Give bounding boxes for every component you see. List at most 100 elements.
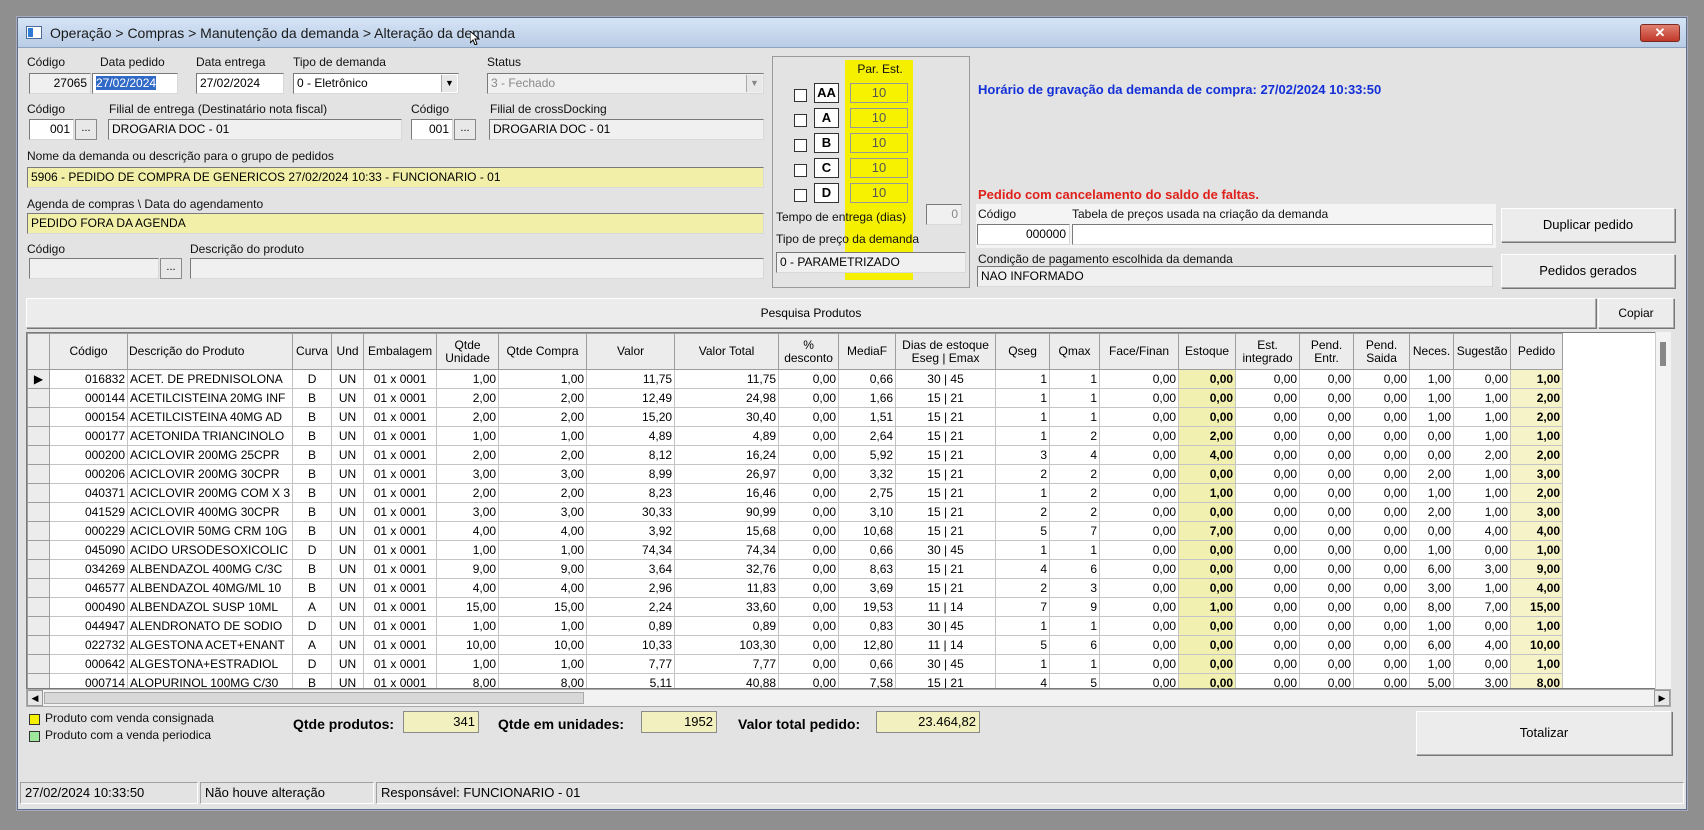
- table-cell[interactable]: 0,00: [1099, 578, 1180, 598]
- table-cell[interactable]: 0,00: [778, 521, 840, 541]
- table-cell[interactable]: 0,66: [838, 654, 897, 674]
- table-cell[interactable]: 0,00: [1299, 540, 1355, 560]
- table-cell[interactable]: 000144: [49, 388, 128, 408]
- table-cell[interactable]: 2: [1049, 464, 1101, 484]
- table-cell[interactable]: UN: [331, 388, 365, 408]
- table-cell[interactable]: 0,00: [1099, 369, 1180, 389]
- table-cell[interactable]: 7,77: [586, 654, 676, 674]
- table-cell[interactable]: 0,00: [1235, 673, 1301, 688]
- codigo-filial-field[interactable]: 001: [29, 119, 74, 140]
- table-cell[interactable]: B: [292, 521, 333, 541]
- table-cell[interactable]: 0,00: [1178, 654, 1237, 674]
- col-header[interactable]: Valor: [586, 333, 676, 370]
- table-cell[interactable]: 0,00: [1353, 445, 1411, 465]
- table-cell[interactable]: ALGESTONA+ESTRADIOL: [126, 654, 294, 674]
- table-cell[interactable]: 15 | 21: [895, 407, 997, 427]
- current-row-arrow-icon[interactable]: ▶: [27, 369, 50, 389]
- table-cell[interactable]: ACETONIDA TRIANCINOLO: [126, 426, 294, 446]
- table-cell[interactable]: 0,00: [1099, 559, 1180, 579]
- table-cell[interactable]: D: [292, 616, 333, 636]
- table-row[interactable]: 000200 ACICLOVIR 200MG 25CPR B UN 01 x 0001 2…: [27, 445, 1564, 465]
- table-cell[interactable]: ACET. DE PREDNISOLONA: [126, 369, 294, 389]
- table-cell[interactable]: 15 | 21: [895, 483, 997, 503]
- table-cell[interactable]: 32,76: [674, 559, 780, 579]
- table-cell[interactable]: 103,30: [674, 635, 780, 655]
- row-indicator[interactable]: [27, 445, 50, 465]
- col-header[interactable]: Embalagem: [363, 333, 438, 370]
- table-cell[interactable]: 0,00: [1099, 502, 1180, 522]
- table-cell[interactable]: 0,00: [1235, 445, 1301, 465]
- table-cell[interactable]: B: [292, 502, 333, 522]
- table-cell[interactable]: 1,00: [1178, 483, 1237, 503]
- table-cell[interactable]: 3,00: [1510, 502, 1564, 522]
- condicao-pagamento-field[interactable]: NAO INFORMADO: [977, 266, 1493, 287]
- table-cell[interactable]: 3,00: [436, 502, 500, 522]
- table-cell[interactable]: 7,77: [674, 654, 780, 674]
- table-cell[interactable]: 1: [995, 540, 1051, 560]
- table-cell[interactable]: B: [292, 483, 333, 503]
- par-est-a-field[interactable]: 10: [850, 108, 908, 128]
- tipo-demanda-select[interactable]: 0 - Eletrônico ▼: [293, 73, 459, 94]
- table-cell[interactable]: 5: [995, 521, 1051, 541]
- table-cell[interactable]: 01 x 0001: [363, 502, 438, 522]
- table-row[interactable]: 000206 ACICLOVIR 200MG 30CPR B UN 01 x 0001 3…: [27, 464, 1564, 484]
- table-cell[interactable]: 2: [995, 464, 1051, 484]
- table-cell[interactable]: 15 | 21: [895, 502, 997, 522]
- table-cell[interactable]: 1,00: [1453, 407, 1512, 427]
- table-row[interactable]: 000144 ACETILCISTEINA 20MG INF B UN 01 x 000…: [27, 388, 1564, 408]
- table-row[interactable]: ▶ 016832 ACET. DE PREDNISOLONA D UN 01 x 0001…: [27, 369, 1564, 389]
- table-cell[interactable]: 1,00: [1178, 597, 1237, 617]
- table-cell[interactable]: 4,00: [498, 578, 588, 598]
- table-cell[interactable]: 000714: [49, 673, 128, 688]
- table-cell[interactable]: 4,89: [674, 426, 780, 446]
- table-cell[interactable]: 0,00: [1235, 540, 1301, 560]
- table-cell[interactable]: 4,00: [436, 578, 500, 598]
- table-cell[interactable]: 0,00: [1235, 388, 1301, 408]
- table-cell[interactable]: 3,00: [498, 502, 588, 522]
- table-cell[interactable]: 1: [995, 483, 1051, 503]
- table-cell[interactable]: 01 x 0001: [363, 483, 438, 503]
- table-cell[interactable]: ALBENDAZOL 40MG/ML 10: [126, 578, 294, 598]
- close-button[interactable]: ✕: [1640, 24, 1680, 42]
- table-cell[interactable]: 2,00: [1510, 445, 1564, 465]
- table-cell[interactable]: 5,11: [586, 673, 676, 688]
- table-cell[interactable]: 0,00: [1299, 445, 1355, 465]
- table-cell[interactable]: 1: [1049, 540, 1101, 560]
- row-indicator[interactable]: [27, 578, 50, 598]
- table-cell[interactable]: 045090: [49, 540, 128, 560]
- table-cell[interactable]: ALOPURINOL 100MG C/30: [126, 673, 294, 688]
- table-cell[interactable]: 0,00: [1099, 635, 1180, 655]
- table-cell[interactable]: 11 | 14: [895, 635, 997, 655]
- duplicar-pedido-button[interactable]: Duplicar pedido: [1501, 208, 1675, 242]
- row-indicator[interactable]: [27, 426, 50, 446]
- table-cell[interactable]: 0,00: [778, 559, 840, 579]
- scrollbar-thumb[interactable]: [1660, 342, 1666, 366]
- table-cell[interactable]: UN: [331, 407, 365, 427]
- table-cell[interactable]: 0,00: [1099, 445, 1180, 465]
- checkbox-a[interactable]: [794, 114, 807, 127]
- table-cell[interactable]: 0,00: [1353, 540, 1411, 560]
- table-cell[interactable]: 0,00: [778, 540, 840, 560]
- chevron-down-icon[interactable]: ▼: [746, 75, 762, 92]
- table-cell[interactable]: 2: [1049, 483, 1101, 503]
- table-cell[interactable]: 2,00: [1510, 483, 1564, 503]
- col-header[interactable]: Und: [331, 333, 365, 370]
- table-cell[interactable]: 0,00: [1099, 483, 1180, 503]
- table-cell[interactable]: 2: [995, 502, 1051, 522]
- table-cell[interactable]: 1,00: [498, 426, 588, 446]
- table-cell[interactable]: 1,00: [498, 369, 588, 389]
- table-cell[interactable]: 2,24: [586, 597, 676, 617]
- data-pedido-field[interactable]: 27/02/2024: [92, 73, 178, 94]
- table-cell[interactable]: 0,00: [1409, 521, 1455, 541]
- table-cell[interactable]: 01 x 0001: [363, 445, 438, 465]
- table-cell[interactable]: 3,00: [1409, 578, 1455, 598]
- checkbox-b[interactable]: [794, 139, 807, 152]
- table-cell[interactable]: 0,00: [1099, 673, 1180, 688]
- table-cell[interactable]: 0,00: [1353, 521, 1411, 541]
- table-cell[interactable]: 8,63: [838, 559, 897, 579]
- col-header[interactable]: Qmax: [1049, 333, 1101, 370]
- table-cell[interactable]: 1,00: [1453, 388, 1512, 408]
- table-cell[interactable]: UN: [331, 483, 365, 503]
- table-cell[interactable]: 4,00: [1510, 521, 1564, 541]
- table-cell[interactable]: 3,32: [838, 464, 897, 484]
